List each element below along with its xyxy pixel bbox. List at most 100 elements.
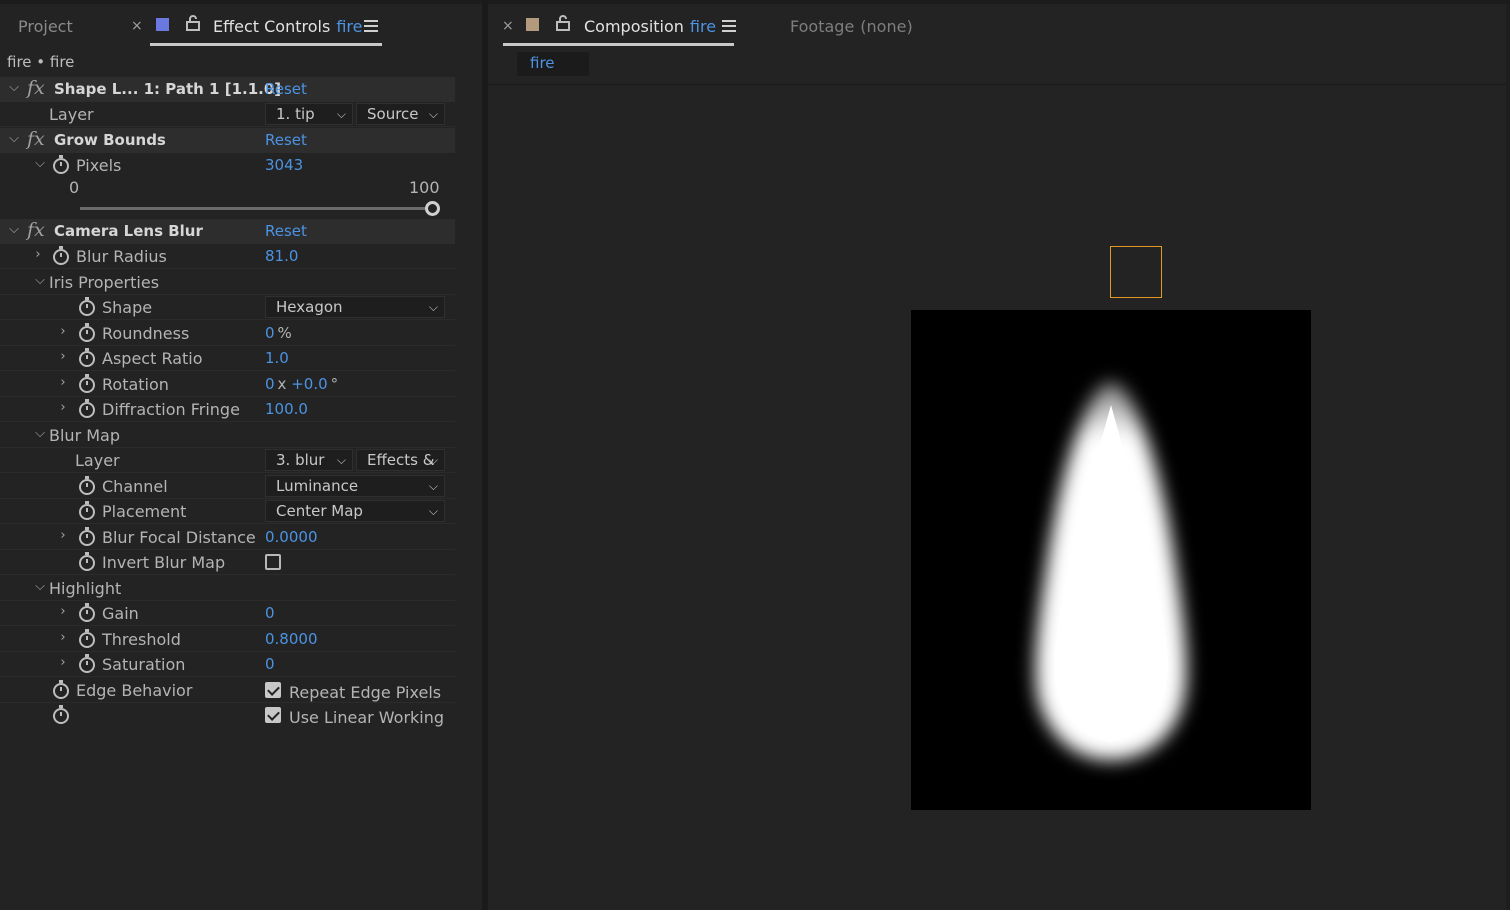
stopwatch-icon[interactable] bbox=[78, 399, 96, 419]
chevron-right-icon[interactable]: › bbox=[57, 375, 69, 390]
stopwatch-icon[interactable] bbox=[78, 629, 96, 649]
stopwatch-icon[interactable] bbox=[52, 246, 70, 266]
checkbox-label[interactable]: Use Linear Working bbox=[289, 708, 444, 727]
close-icon[interactable]: × bbox=[502, 18, 514, 34]
close-icon[interactable]: × bbox=[131, 18, 143, 34]
lock-icon[interactable] bbox=[186, 15, 200, 31]
channel-dropdown[interactable]: Luminance ⌵ bbox=[265, 475, 445, 497]
chevron-right-icon[interactable]: › bbox=[57, 655, 69, 670]
saturation-value[interactable]: 0 bbox=[265, 655, 275, 673]
layer-dropdown[interactable]: 1. tip ⌵ bbox=[265, 103, 353, 125]
chevron-right-icon[interactable]: › bbox=[57, 604, 69, 619]
stopwatch-icon[interactable] bbox=[78, 476, 96, 496]
rotation-value[interactable]: 0x +0.0 ° bbox=[265, 375, 338, 393]
effect-grow-bounds[interactable]: ⌵ fx Grow Bounds Reset bbox=[0, 128, 455, 153]
property-label: Diffraction Fringe bbox=[102, 400, 240, 419]
tab-footage[interactable]: Footage (none) bbox=[790, 17, 913, 36]
stopwatch-icon[interactable] bbox=[78, 552, 96, 572]
layer-source-dropdown[interactable]: Source ⌵ bbox=[356, 103, 445, 125]
composition-canvas[interactable] bbox=[911, 310, 1311, 810]
property-label: Edge Behavior bbox=[76, 681, 193, 700]
tab-effect-controls[interactable]: Effect Controls fire bbox=[213, 17, 362, 36]
composition-flowchart-tab[interactable]: fire bbox=[517, 52, 589, 76]
property-label: Layer bbox=[49, 105, 94, 124]
property-label: Threshold bbox=[102, 630, 181, 649]
effect-name: Shape L... 1: Path 1 [1.1.0] bbox=[54, 80, 282, 98]
effect-camera-lens-blur[interactable]: ⌵ fx Camera Lens Blur Reset bbox=[0, 219, 455, 244]
rotation-revolutions[interactable]: 0 bbox=[265, 375, 275, 393]
diffraction-fringe-value[interactable]: 100.0 bbox=[265, 400, 308, 418]
stopwatch-icon[interactable] bbox=[78, 297, 96, 317]
blur-radius-value[interactable]: 81.0 bbox=[265, 247, 298, 265]
lock-icon[interactable] bbox=[556, 15, 570, 31]
dropdown-value: Center Map bbox=[276, 502, 363, 520]
aspect-ratio-row: › Aspect Ratio 1.0 bbox=[0, 346, 455, 371]
effect-shape-layer[interactable]: ⌵ fx Shape L... 1: Path 1 [1.1.0] Reset bbox=[0, 77, 455, 102]
fx-icon[interactable]: fx bbox=[27, 128, 45, 150]
property-label: Shape bbox=[102, 298, 153, 317]
roundness-value[interactable]: 0% bbox=[265, 324, 292, 342]
chevron-right-icon[interactable]: › bbox=[57, 630, 69, 645]
stopwatch-icon[interactable] bbox=[78, 654, 96, 674]
chevron-down-icon[interactable]: ⌵ bbox=[8, 131, 20, 146]
aspect-ratio-value[interactable]: 1.0 bbox=[265, 349, 289, 367]
panel-menu-icon[interactable] bbox=[364, 20, 378, 32]
label-color-swatch[interactable] bbox=[526, 18, 539, 31]
stopwatch-icon[interactable] bbox=[78, 374, 96, 394]
chevron-down-icon[interactable]: ⌵ bbox=[34, 579, 46, 594]
chevron-down-icon[interactable]: ⌵ bbox=[34, 273, 46, 288]
label-color-swatch[interactable] bbox=[156, 18, 169, 31]
stopwatch-icon[interactable] bbox=[78, 501, 96, 521]
slider-max-label: 100 bbox=[409, 178, 440, 197]
use-linear-working-checkbox[interactable] bbox=[265, 707, 281, 723]
chevron-right-icon[interactable]: › bbox=[57, 528, 69, 543]
chevron-right-icon[interactable]: › bbox=[57, 400, 69, 415]
panel-menu-icon[interactable] bbox=[722, 20, 736, 32]
chevron-down-icon[interactable]: ⌵ bbox=[8, 80, 20, 95]
reset-button[interactable]: Reset bbox=[265, 131, 307, 149]
tab-project[interactable]: Project bbox=[18, 17, 73, 36]
linear-working-row: Use Linear Working bbox=[0, 703, 455, 728]
gain-value[interactable]: 0 bbox=[265, 604, 275, 622]
highlight-row[interactable]: ⌵ Highlight bbox=[0, 576, 455, 601]
layer-selection-box[interactable] bbox=[1110, 246, 1162, 298]
reset-button[interactable]: Reset bbox=[265, 80, 307, 98]
chevron-right-icon[interactable]: › bbox=[57, 349, 69, 364]
stopwatch-icon[interactable] bbox=[78, 348, 96, 368]
chevron-right-icon[interactable]: › bbox=[57, 324, 69, 339]
blur-focal-distance-row: › Blur Focal Distance 0.0000 bbox=[0, 525, 455, 550]
chevron-down-icon[interactable]: ⌵ bbox=[8, 222, 20, 237]
tab-composition[interactable]: Composition fire bbox=[584, 17, 716, 36]
blur-focal-distance-value[interactable]: 0.0000 bbox=[265, 528, 318, 546]
repeat-edge-pixels-checkbox[interactable] bbox=[265, 682, 281, 698]
pixels-slider-track[interactable] bbox=[80, 207, 432, 210]
stopwatch-icon[interactable] bbox=[78, 603, 96, 623]
stopwatch-icon[interactable] bbox=[52, 155, 70, 175]
group-label: Blur Map bbox=[49, 426, 120, 445]
placement-dropdown[interactable]: Center Map ⌵ bbox=[265, 500, 445, 522]
property-label: Blur Radius bbox=[76, 247, 167, 266]
chevron-right-icon[interactable]: › bbox=[32, 247, 44, 262]
chevron-down-icon[interactable]: ⌵ bbox=[34, 156, 46, 171]
stopwatch-icon[interactable] bbox=[78, 323, 96, 343]
reset-button[interactable]: Reset bbox=[265, 222, 307, 240]
stopwatch-icon[interactable] bbox=[78, 527, 96, 547]
shape-dropdown[interactable]: Hexagon ⌵ bbox=[265, 296, 445, 318]
blur-map-source-dropdown[interactable]: Effects & ⌵ bbox=[356, 449, 445, 471]
checkbox-label[interactable]: Repeat Edge Pixels bbox=[289, 683, 441, 702]
blur-map-row[interactable]: ⌵ Blur Map bbox=[0, 423, 455, 448]
pixels-value[interactable]: 3043 bbox=[265, 156, 303, 174]
threshold-value[interactable]: 0.8000 bbox=[265, 630, 318, 648]
composition-panel: × Composition fire Footage (none) fire bbox=[488, 4, 1510, 910]
fx-icon[interactable]: fx bbox=[27, 219, 45, 241]
value-unit: ° bbox=[330, 375, 339, 393]
rotation-degrees[interactable]: +0.0 bbox=[291, 375, 327, 393]
fx-icon[interactable]: fx bbox=[27, 77, 45, 99]
stopwatch-icon[interactable] bbox=[52, 680, 70, 700]
blur-map-layer-dropdown[interactable]: 3. blur ⌵ bbox=[265, 449, 353, 471]
pixels-slider-handle[interactable] bbox=[425, 201, 440, 216]
iris-properties-row[interactable]: ⌵ Iris Properties bbox=[0, 270, 455, 295]
chevron-down-icon[interactable]: ⌵ bbox=[34, 426, 46, 441]
invert-blur-map-checkbox[interactable] bbox=[265, 554, 281, 570]
stopwatch-icon[interactable] bbox=[52, 705, 70, 725]
